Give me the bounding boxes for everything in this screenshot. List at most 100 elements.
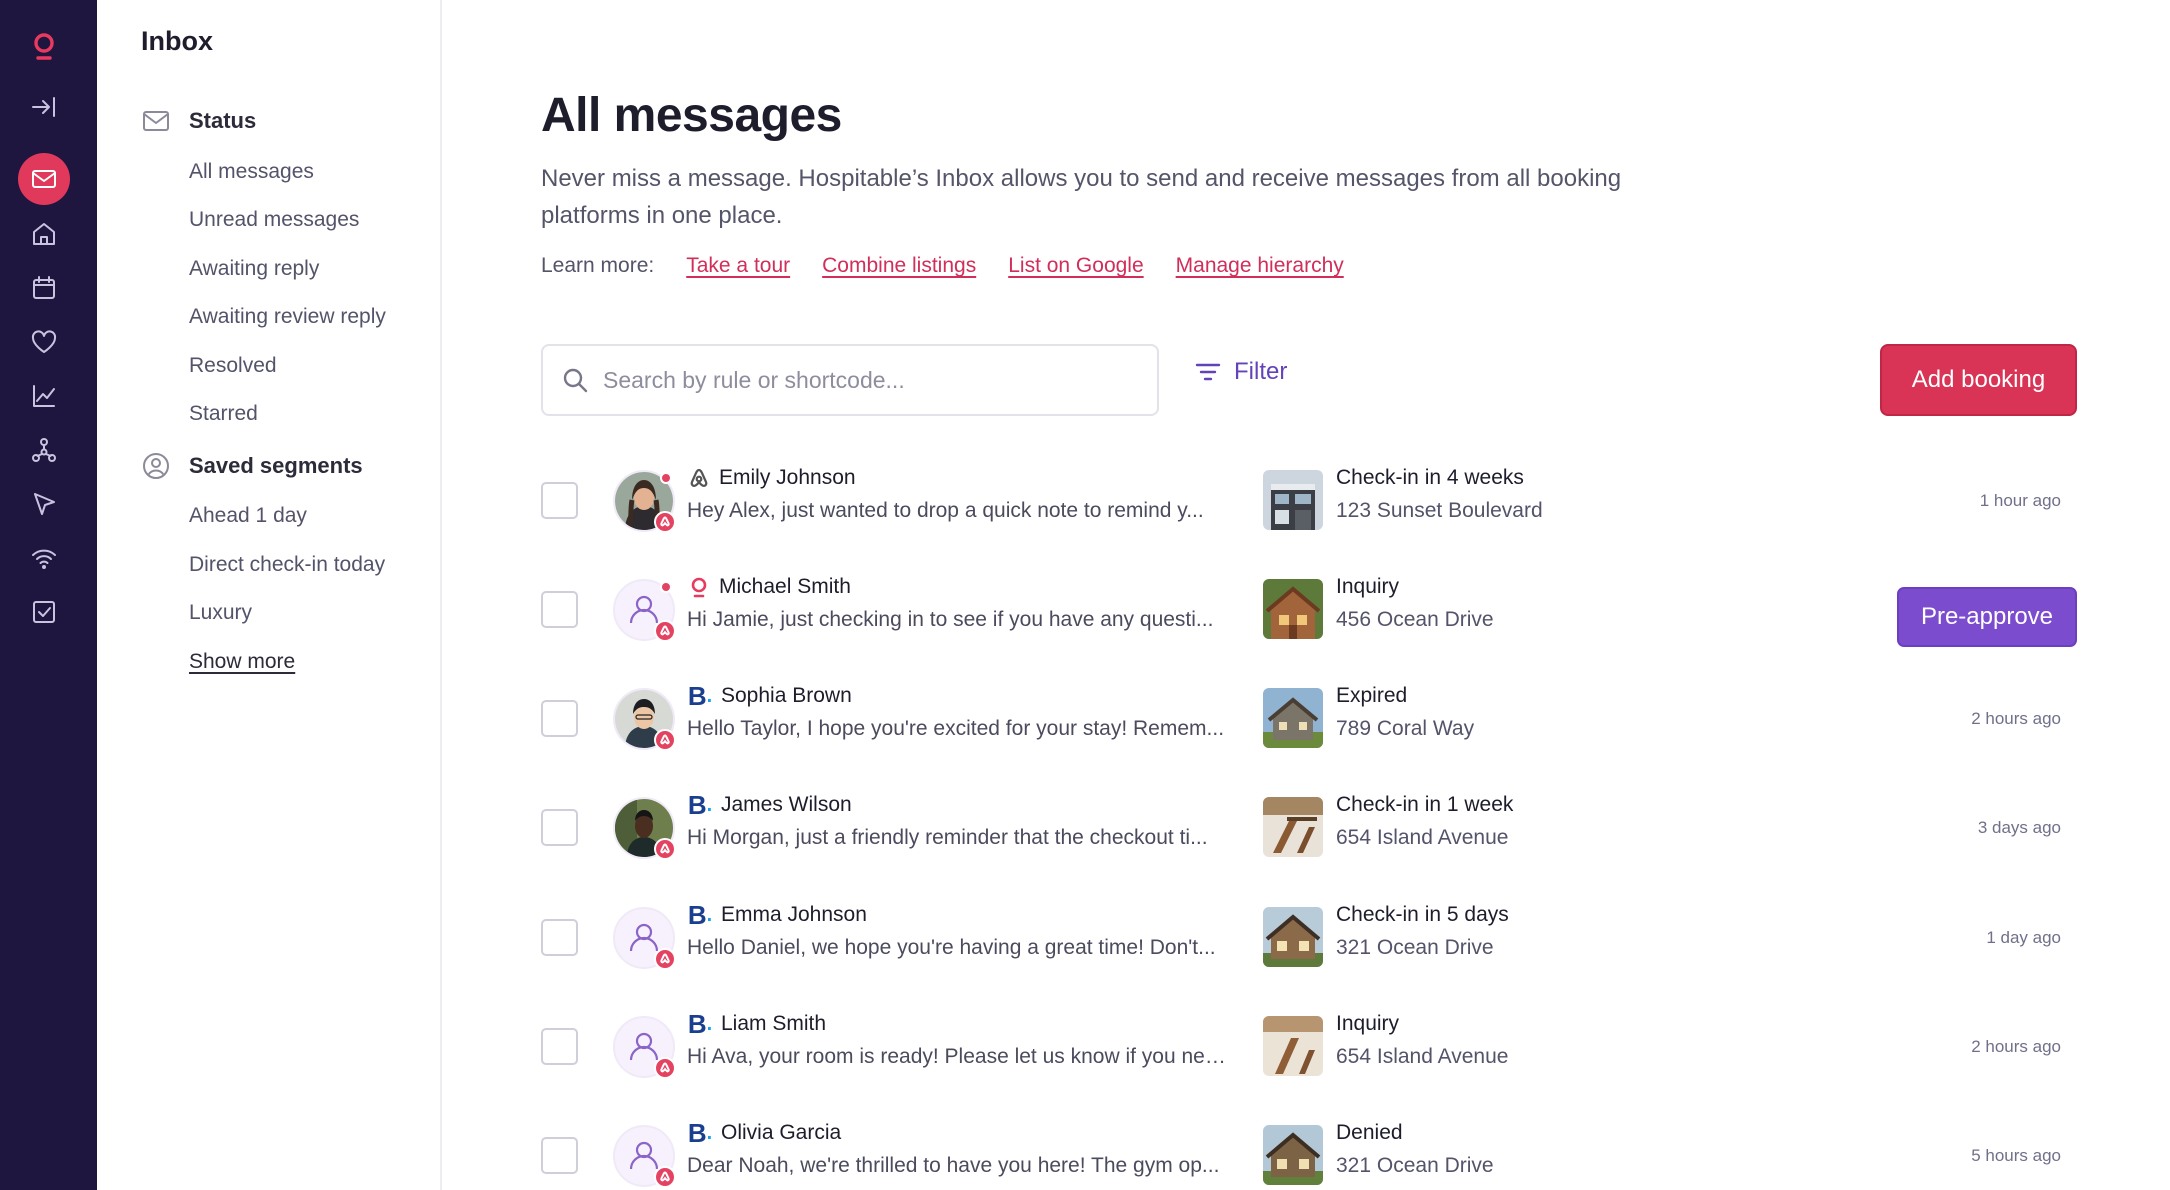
message-preview: Hi Jamie, just checking in to see if you… [687,608,1214,631]
airbnb-badge-icon [654,620,676,642]
booking-com-icon: B. [687,899,713,930]
property-thumbnail [1263,470,1323,530]
reservation-status: Inquiry [1336,1012,1400,1035]
combine-listings-link[interactable]: Combine listings [822,254,976,278]
filter-icon [1195,363,1221,381]
message-time: 5 hours ago [1971,1146,2061,1165]
row-checkbox[interactable] [541,1028,578,1065]
page-title: All messages [541,89,842,142]
guest-header: B. Liam Smith [687,1008,827,1039]
message-row[interactable]: B. Emma Johnson Hello Daniel, we hope you'… [541,884,2081,993]
avatar [613,797,676,860]
message-row[interactable]: B. Liam Smith Hi Ava, your room is ready! … [541,993,2081,1102]
sidebar-item-ahead-1-day[interactable]: Ahead 1 day [189,504,307,528]
show-more-link[interactable]: Show more [189,650,295,674]
reservation-status: Expired [1336,684,1408,707]
row-checkbox[interactable] [541,919,578,956]
message-row[interactable]: B. James Wilson Hi Morgan, just a friendly… [541,774,2081,883]
guest-header: Emily Johnson [687,466,856,490]
avatar [613,907,676,970]
booking-com-icon: B. [687,1008,713,1039]
logo-icon[interactable] [21,24,67,70]
sidebar-item-all-messages[interactable]: All messages [189,160,314,184]
avatar [613,470,676,533]
filter-button[interactable]: Filter [1194,358,1287,386]
sidebar-item-awaiting-review-reply[interactable]: Awaiting review reply [189,305,386,329]
sidebar-item-unread-messages[interactable]: Unread messages [189,208,359,232]
guest-header: B. Sophia Brown [687,681,852,711]
inbox-icon[interactable] [18,153,70,205]
property-thumbnail [1263,1125,1323,1185]
search-input[interactable] [603,366,1123,394]
property-address: 321 Ocean Drive [1336,1154,1494,1177]
pre-approve-button[interactable]: Pre-approve [1897,587,2077,647]
guest-name: Liam Smith [721,1012,827,1035]
avatar [613,688,676,751]
message-time: 1 day ago [1986,928,2061,947]
wifi-icon[interactable] [21,535,67,581]
collapse-icon[interactable] [21,84,67,130]
learn-more-row: Learn more: Take a tour Combine listings… [541,254,1344,278]
sidebar-item-direct-check-in-today[interactable]: Direct check-in today [189,553,385,577]
row-checkbox[interactable] [541,591,578,628]
sidebar-item-resolved[interactable]: Resolved [189,354,277,378]
unread-dot [660,472,672,484]
avatar [613,1016,676,1079]
message-time: 3 days ago [1977,818,2061,837]
reservation-status: Inquiry [1336,575,1400,598]
avatar [613,579,676,642]
row-checkbox[interactable] [541,809,578,846]
property-address: 654 Island Avenue [1336,826,1509,849]
page-description: Never miss a message. Hospitable’s Inbox… [541,165,1622,229]
property-thumbnail [1263,688,1323,748]
message-preview: Hello Daniel, we hope you're having a gr… [687,936,1216,959]
network-icon[interactable] [21,427,67,473]
sidebar-item-starred[interactable]: Starred [189,402,258,426]
status-section-heading[interactable]: Status [141,106,256,136]
message-time: 1 hour ago [1979,491,2061,510]
row-checkbox[interactable] [541,1137,578,1174]
message-preview: Hey Alex, just wanted to drop a quick no… [687,499,1204,522]
booking-com-icon: B. [687,789,713,820]
inbox-sidebar: Inbox Status All messages Unread message… [97,0,442,1190]
message-row[interactable]: B. Olivia Garcia Dear Noah, we're thrilled… [541,1102,2081,1190]
guest-name: Sophia Brown [721,684,852,707]
message-preview: Hi Ava, your room is ready! Please let u… [687,1045,1232,1068]
row-checkbox[interactable] [541,700,578,737]
calendar-icon[interactable] [21,265,67,311]
message-row[interactable]: B. Sophia Brown Hello Taylor, I hope you'r… [541,665,2081,774]
saved-segments-heading[interactable]: Saved segments [141,451,363,481]
add-booking-button[interactable]: Add booking [1880,344,2077,416]
guest-name: James Wilson [721,793,852,816]
envelope-icon [143,111,169,131]
guest-header: B. James Wilson [687,789,852,820]
chart-icon[interactable] [21,373,67,419]
reservation-status: Check-in in 5 days [1336,903,1509,926]
message-time: 2 hours ago [1971,1037,2061,1056]
guest-header: Michael Smith [687,575,851,599]
send-icon[interactable] [21,481,67,527]
list-on-google-link[interactable]: List on Google [1008,254,1143,278]
checklist-icon[interactable] [21,589,67,635]
guest-name: Emily Johnson [719,466,856,489]
airbnb-badge-icon [654,1057,676,1079]
home-icon[interactable] [21,211,67,257]
message-row[interactable]: Michael Smith Hi Jamie, just checking in … [541,556,2081,665]
user-circle-icon [143,453,169,479]
manage-hierarchy-link[interactable]: Manage hierarchy [1176,254,1344,278]
property-thumbnail [1263,907,1323,967]
message-preview: Dear Noah, we're thrilled to have you he… [687,1154,1220,1177]
row-checkbox[interactable] [541,482,578,519]
airbnb-badge-icon [654,948,676,970]
sidebar-item-awaiting-reply[interactable]: Awaiting reply [189,257,319,281]
property-thumbnail [1263,797,1323,857]
search-box [541,344,1159,416]
guest-name: Emma Johnson [721,903,867,926]
heart-icon[interactable] [21,319,67,365]
sidebar-item-luxury[interactable]: Luxury [189,601,252,625]
take-a-tour-link[interactable]: Take a tour [686,254,790,278]
learn-more-label: Learn more: [541,254,655,277]
message-row[interactable]: Emily Johnson Hey Alex, just wanted to dr… [541,447,2081,556]
booking-com-icon: B. [687,1117,713,1148]
property-thumbnail [1263,579,1323,639]
